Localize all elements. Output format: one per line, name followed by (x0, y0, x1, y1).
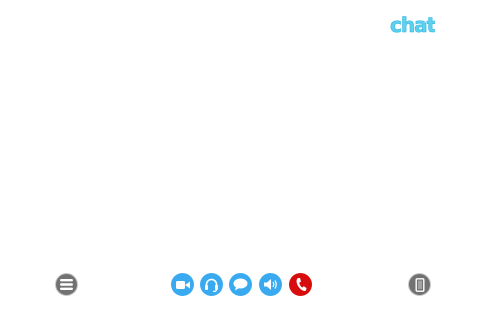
menu-button[interactable] (55, 273, 78, 296)
call-screen: chat. (0, 0, 480, 320)
chat-button[interactable] (229, 273, 252, 296)
chat-bubble-icon (233, 278, 248, 291)
hangup-button[interactable] (289, 273, 312, 296)
video-button[interactable] (171, 273, 194, 296)
headset-icon (205, 278, 218, 292)
video-camera-icon (175, 280, 190, 289)
app-logo: chat. (389, 12, 435, 38)
speaker-volume-icon (264, 279, 277, 290)
logo-text: chat. (390, 13, 435, 37)
hamburger-menu-icon (60, 279, 73, 290)
volume-button[interactable] (259, 273, 282, 296)
headset-button[interactable] (200, 273, 223, 296)
device-button[interactable] (408, 273, 431, 296)
phone-device-icon (415, 277, 424, 292)
phone-handset-icon (296, 278, 306, 291)
